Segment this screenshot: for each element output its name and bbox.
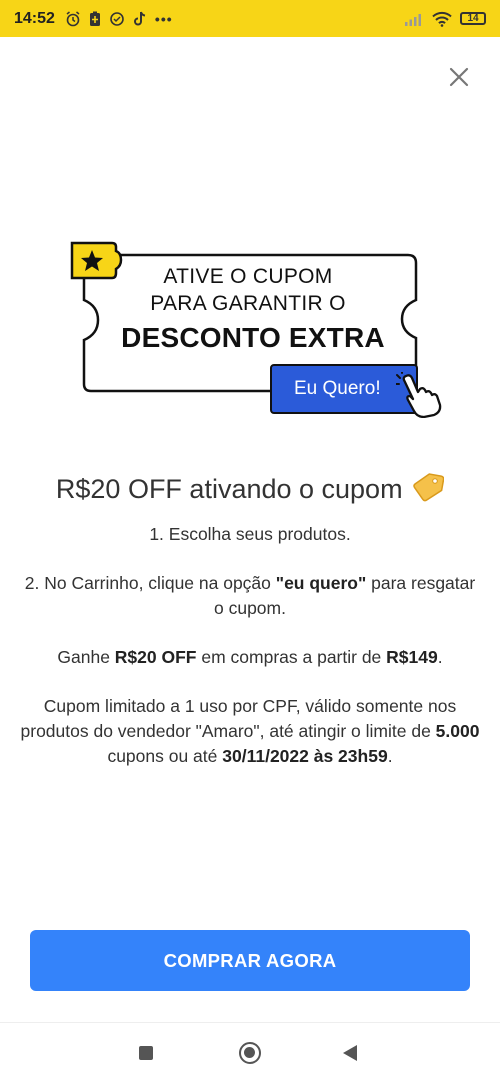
battery-saver-icon xyxy=(89,11,100,26)
status-notification-icons: ••• xyxy=(65,11,173,27)
comprar-agora-button[interactable]: COMPRAR AGORA xyxy=(30,930,470,991)
system-navigation-bar xyxy=(0,1022,500,1084)
status-system-icons: 14 xyxy=(404,11,486,27)
battery-icon: 14 xyxy=(460,12,486,25)
offer-instructions: 1. Escolha seus produtos. 2. No Carrinho… xyxy=(20,522,480,793)
recents-icon[interactable] xyxy=(139,1046,153,1060)
comprar-agora-label: COMPRAR AGORA xyxy=(163,949,337,971)
wifi-icon xyxy=(432,11,452,27)
home-icon[interactable] xyxy=(239,1042,261,1064)
signal-icon xyxy=(405,13,421,26)
close-icon[interactable] xyxy=(446,64,472,90)
eu-quero-label: Eu Quero! xyxy=(294,378,381,399)
banner-heading-line2: PARA GARANTIR O xyxy=(150,292,346,315)
tiktok-icon xyxy=(133,11,146,25)
alarm-icon xyxy=(66,10,80,26)
pointing-hand-icon xyxy=(396,372,442,418)
gain-text: Ganhe R$20 OFF em compras a partir de R$… xyxy=(57,647,443,667)
back-icon[interactable] xyxy=(343,1045,357,1061)
step-1: 1. Escolha seus produtos. xyxy=(149,524,351,544)
offer-title-text: R$20 OFF ativando o cupom xyxy=(55,474,403,504)
limit-text: Cupom limitado a 1 uso por CPF, válido s… xyxy=(20,696,480,766)
status-bar: 14:52 ••• 14 xyxy=(0,0,500,37)
step-2: 2. No Carrinho, clique na opção "eu quer… xyxy=(24,573,476,618)
app-icon xyxy=(110,11,124,26)
battery-level: 14 xyxy=(467,13,479,24)
status-time: 14:52 xyxy=(14,9,55,27)
offer-title: R$20 OFF ativando o cupom xyxy=(0,472,500,505)
tag-icon xyxy=(413,473,445,502)
banner-heading-line1: ATIVE O CUPOM xyxy=(163,265,333,288)
banner-heading-line3: DESCONTO EXTRA xyxy=(121,322,385,353)
more-icon: ••• xyxy=(154,10,173,27)
